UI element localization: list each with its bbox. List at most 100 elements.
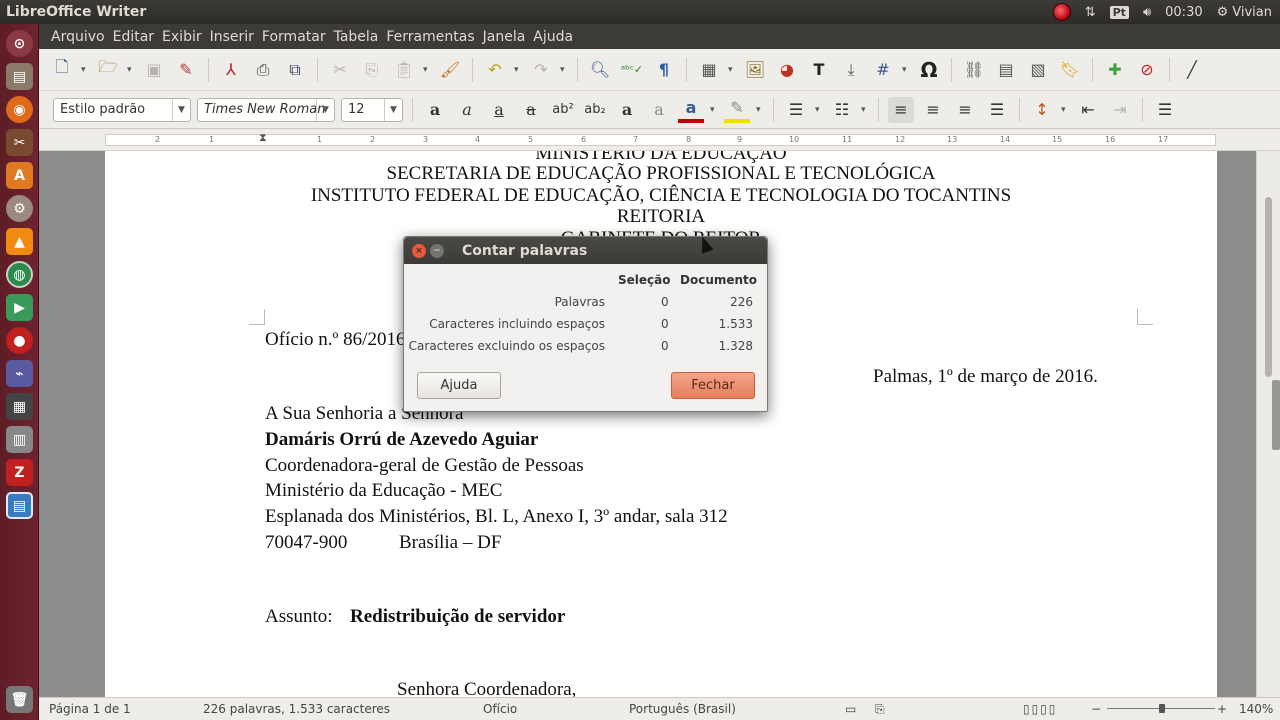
- menu-ferramentas[interactable]: Ferramentas: [382, 29, 478, 45]
- print-icon[interactable]: ⎙: [250, 57, 276, 83]
- font-name-select[interactable]: Times New Roman ▼: [197, 97, 335, 122]
- page-style[interactable]: Ofício: [483, 702, 517, 716]
- indent-marker-icon[interactable]: ⧗: [259, 131, 267, 145]
- footnote-icon[interactable]: ▤: [993, 57, 1019, 83]
- volume-icon[interactable]: 🔊︎: [1143, 5, 1151, 20]
- document-page[interactable]: MINISTÉRIO DA EDUCAÇÃO SECRETARIA DE EDU…: [105, 151, 1217, 697]
- page-break-icon[interactable]: ⤓: [838, 57, 864, 83]
- minimize-icon[interactable]: −: [430, 243, 444, 258]
- software-center-icon[interactable]: A: [6, 162, 33, 189]
- new-document-icon[interactable]: 🗋: [49, 57, 75, 83]
- justify-icon[interactable]: ☰: [984, 97, 1010, 123]
- sidebar-handle[interactable]: [1272, 380, 1280, 450]
- new-dropdown-icon[interactable]: ▾: [81, 65, 89, 75]
- calculator-icon[interactable]: ▥: [6, 426, 33, 453]
- menu-arquivo[interactable]: Arquivo: [47, 29, 109, 45]
- hyperlink-icon[interactable]: ⛓: [961, 57, 987, 83]
- menu-janela[interactable]: Janela: [479, 29, 530, 45]
- align-right-icon[interactable]: ≡: [952, 97, 978, 123]
- align-left-icon[interactable]: ≡: [888, 96, 914, 123]
- font-color-icon[interactable]: a: [678, 97, 704, 123]
- video-editor-icon[interactable]: ▦: [6, 393, 33, 420]
- table-dropdown-icon[interactable]: ▾: [728, 65, 736, 75]
- bookmark-icon[interactable]: 🔖︎: [1057, 57, 1083, 83]
- firefox-icon[interactable]: ◉: [6, 96, 33, 123]
- menu-editar[interactable]: Editar: [109, 29, 158, 45]
- menu-ajuda[interactable]: Ajuda: [529, 29, 577, 45]
- trash-icon[interactable]: 🗑︎: [6, 686, 33, 713]
- bold-icon[interactable]: a: [422, 97, 448, 123]
- highlight-icon[interactable]: ✎: [724, 97, 750, 123]
- decrease-indent-icon[interactable]: ⇤: [1075, 97, 1101, 123]
- spelling-icon[interactable]: ᵃᵇᶜ✓: [619, 57, 645, 83]
- dialog-titlebar[interactable]: × − Contar palavras: [404, 237, 767, 264]
- clone-formatting-icon[interactable]: 🖌︎: [437, 57, 463, 83]
- line-icon[interactable]: ╱: [1179, 57, 1205, 83]
- dash-home-icon[interactable]: ⊙: [6, 30, 33, 57]
- tools-icon[interactable]: ✂: [6, 129, 33, 156]
- numbering-dropdown-icon[interactable]: ▾: [861, 105, 869, 115]
- undo-icon[interactable]: ↶: [482, 57, 508, 83]
- save-icon[interactable]: ▣: [141, 57, 167, 83]
- shadow-icon[interactable]: a: [614, 97, 640, 123]
- chevron-down-icon[interactable]: ▼: [384, 98, 402, 121]
- undo-dropdown-icon[interactable]: ▾: [514, 65, 522, 75]
- line-spacing-dropdown-icon[interactable]: ▾: [1061, 105, 1069, 115]
- italic-icon[interactable]: a: [454, 97, 480, 123]
- font-size-select[interactable]: 12 ▼: [341, 97, 403, 122]
- align-center-icon[interactable]: ≡: [920, 97, 946, 123]
- session-gear-icon[interactable]: ⚙: [1217, 5, 1229, 20]
- scrollbar-thumb[interactable]: [1265, 197, 1272, 377]
- word-count[interactable]: 226 palavras, 1.533 caracteres: [203, 702, 390, 716]
- close-icon[interactable]: ×: [412, 243, 426, 258]
- insert-textbox-icon[interactable]: T: [806, 57, 832, 83]
- edit-mode-icon[interactable]: ✎: [173, 57, 199, 83]
- insert-table-icon[interactable]: ▦: [696, 57, 722, 83]
- numbering-icon[interactable]: ☷: [829, 97, 855, 123]
- menu-exibir[interactable]: Exibir: [158, 29, 206, 45]
- endnote-icon[interactable]: ▧: [1025, 57, 1051, 83]
- insert-chart-icon[interactable]: ◕: [774, 57, 800, 83]
- redo-icon[interactable]: ↷: [528, 57, 554, 83]
- paragraph-style-select[interactable]: Estilo padrão ▼: [53, 97, 191, 122]
- find-replace-icon[interactable]: 🔍︎: [587, 57, 613, 83]
- subscript-icon[interactable]: ab₂: [582, 97, 608, 123]
- writer-icon[interactable]: ▤: [6, 492, 33, 519]
- browser-icon[interactable]: ◍: [6, 261, 33, 288]
- view-layout-icon[interactable]: ▯▯▯▯: [1023, 702, 1057, 716]
- underline-icon[interactable]: a: [486, 97, 512, 123]
- superscript-icon[interactable]: ab²: [550, 97, 576, 123]
- track-changes-icon[interactable]: ⊘: [1134, 57, 1160, 83]
- insert-image-icon[interactable]: 🖼︎: [742, 57, 768, 83]
- keyboard-layout-indicator[interactable]: Pt: [1109, 5, 1129, 19]
- formatting-marks-icon[interactable]: ¶: [651, 57, 677, 83]
- strikethrough-icon[interactable]: a: [518, 97, 544, 123]
- special-character-icon[interactable]: Ω: [916, 57, 942, 83]
- clock[interactable]: 00:30: [1165, 5, 1202, 20]
- comment-icon[interactable]: ✚: [1102, 57, 1128, 83]
- bullets-dropdown-icon[interactable]: ▾: [815, 105, 823, 115]
- paragraph-icon[interactable]: ☰: [1152, 97, 1178, 123]
- close-button[interactable]: Fechar: [671, 372, 755, 399]
- document-language[interactable]: Português (Brasil): [629, 702, 736, 716]
- terminal-icon[interactable]: ⌁: [6, 360, 33, 387]
- digital-signature-icon[interactable]: ⎘: [875, 702, 885, 717]
- record-indicator-icon[interactable]: [1052, 3, 1071, 21]
- insert-field-icon[interactable]: #: [870, 57, 896, 83]
- paste-icon[interactable]: 📋︎: [391, 57, 417, 83]
- filezilla-icon[interactable]: Z: [6, 459, 33, 486]
- user-name[interactable]: Vivian: [1232, 5, 1272, 20]
- menu-formatar[interactable]: Formatar: [258, 29, 330, 45]
- insert-mode-icon[interactable]: ▭: [845, 702, 856, 716]
- zoom-level[interactable]: 140%: [1239, 702, 1273, 716]
- print-preview-icon[interactable]: ⧉: [282, 57, 308, 83]
- vlc-icon[interactable]: ▲: [6, 228, 33, 255]
- help-button[interactable]: Ajuda: [417, 372, 501, 399]
- font-color-dropdown-icon[interactable]: ▾: [710, 105, 718, 115]
- highlight-dropdown-icon[interactable]: ▾: [756, 105, 764, 115]
- paste-dropdown-icon[interactable]: ▾: [423, 65, 431, 75]
- redo-dropdown-icon[interactable]: ▾: [560, 65, 568, 75]
- chevron-down-icon[interactable]: ▼: [172, 98, 190, 121]
- menu-inserir[interactable]: Inserir: [206, 29, 258, 45]
- document-area[interactable]: MINISTÉRIO DA EDUCAÇÃO SECRETARIA DE EDU…: [39, 151, 1256, 697]
